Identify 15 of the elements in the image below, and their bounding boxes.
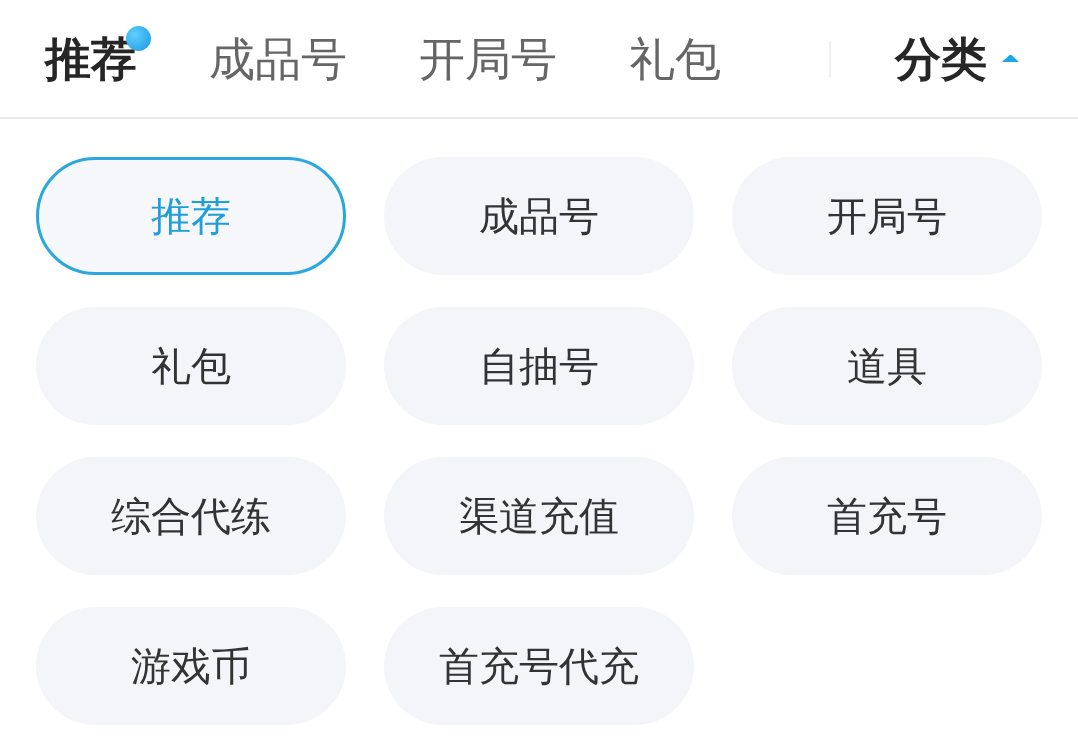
tab[interactable]: 成品号 <box>209 35 347 82</box>
category-dropdown-button[interactable]: 分类 <box>895 35 1020 82</box>
tab[interactable]: 推荐 <box>45 35 137 82</box>
tab[interactable]: 开局号 <box>419 35 557 82</box>
category-chip[interactable]: 道具 <box>732 307 1042 425</box>
category-chip[interactable]: 首充号 <box>732 457 1042 575</box>
category-chip[interactable]: 开局号 <box>732 157 1042 275</box>
category-chip[interactable]: 游戏币 <box>36 607 346 725</box>
category-chip[interactable]: 成品号 <box>384 157 694 275</box>
category-chip[interactable]: 自抽号 <box>384 307 694 425</box>
category-chip[interactable]: 渠道充值 <box>384 457 694 575</box>
category-chip[interactable]: 首充号代充 <box>384 607 694 725</box>
category-chip[interactable]: 综合代练 <box>36 457 346 575</box>
tab[interactable]: 礼包 <box>629 35 721 82</box>
category-chip[interactable]: 礼包 <box>36 307 346 425</box>
